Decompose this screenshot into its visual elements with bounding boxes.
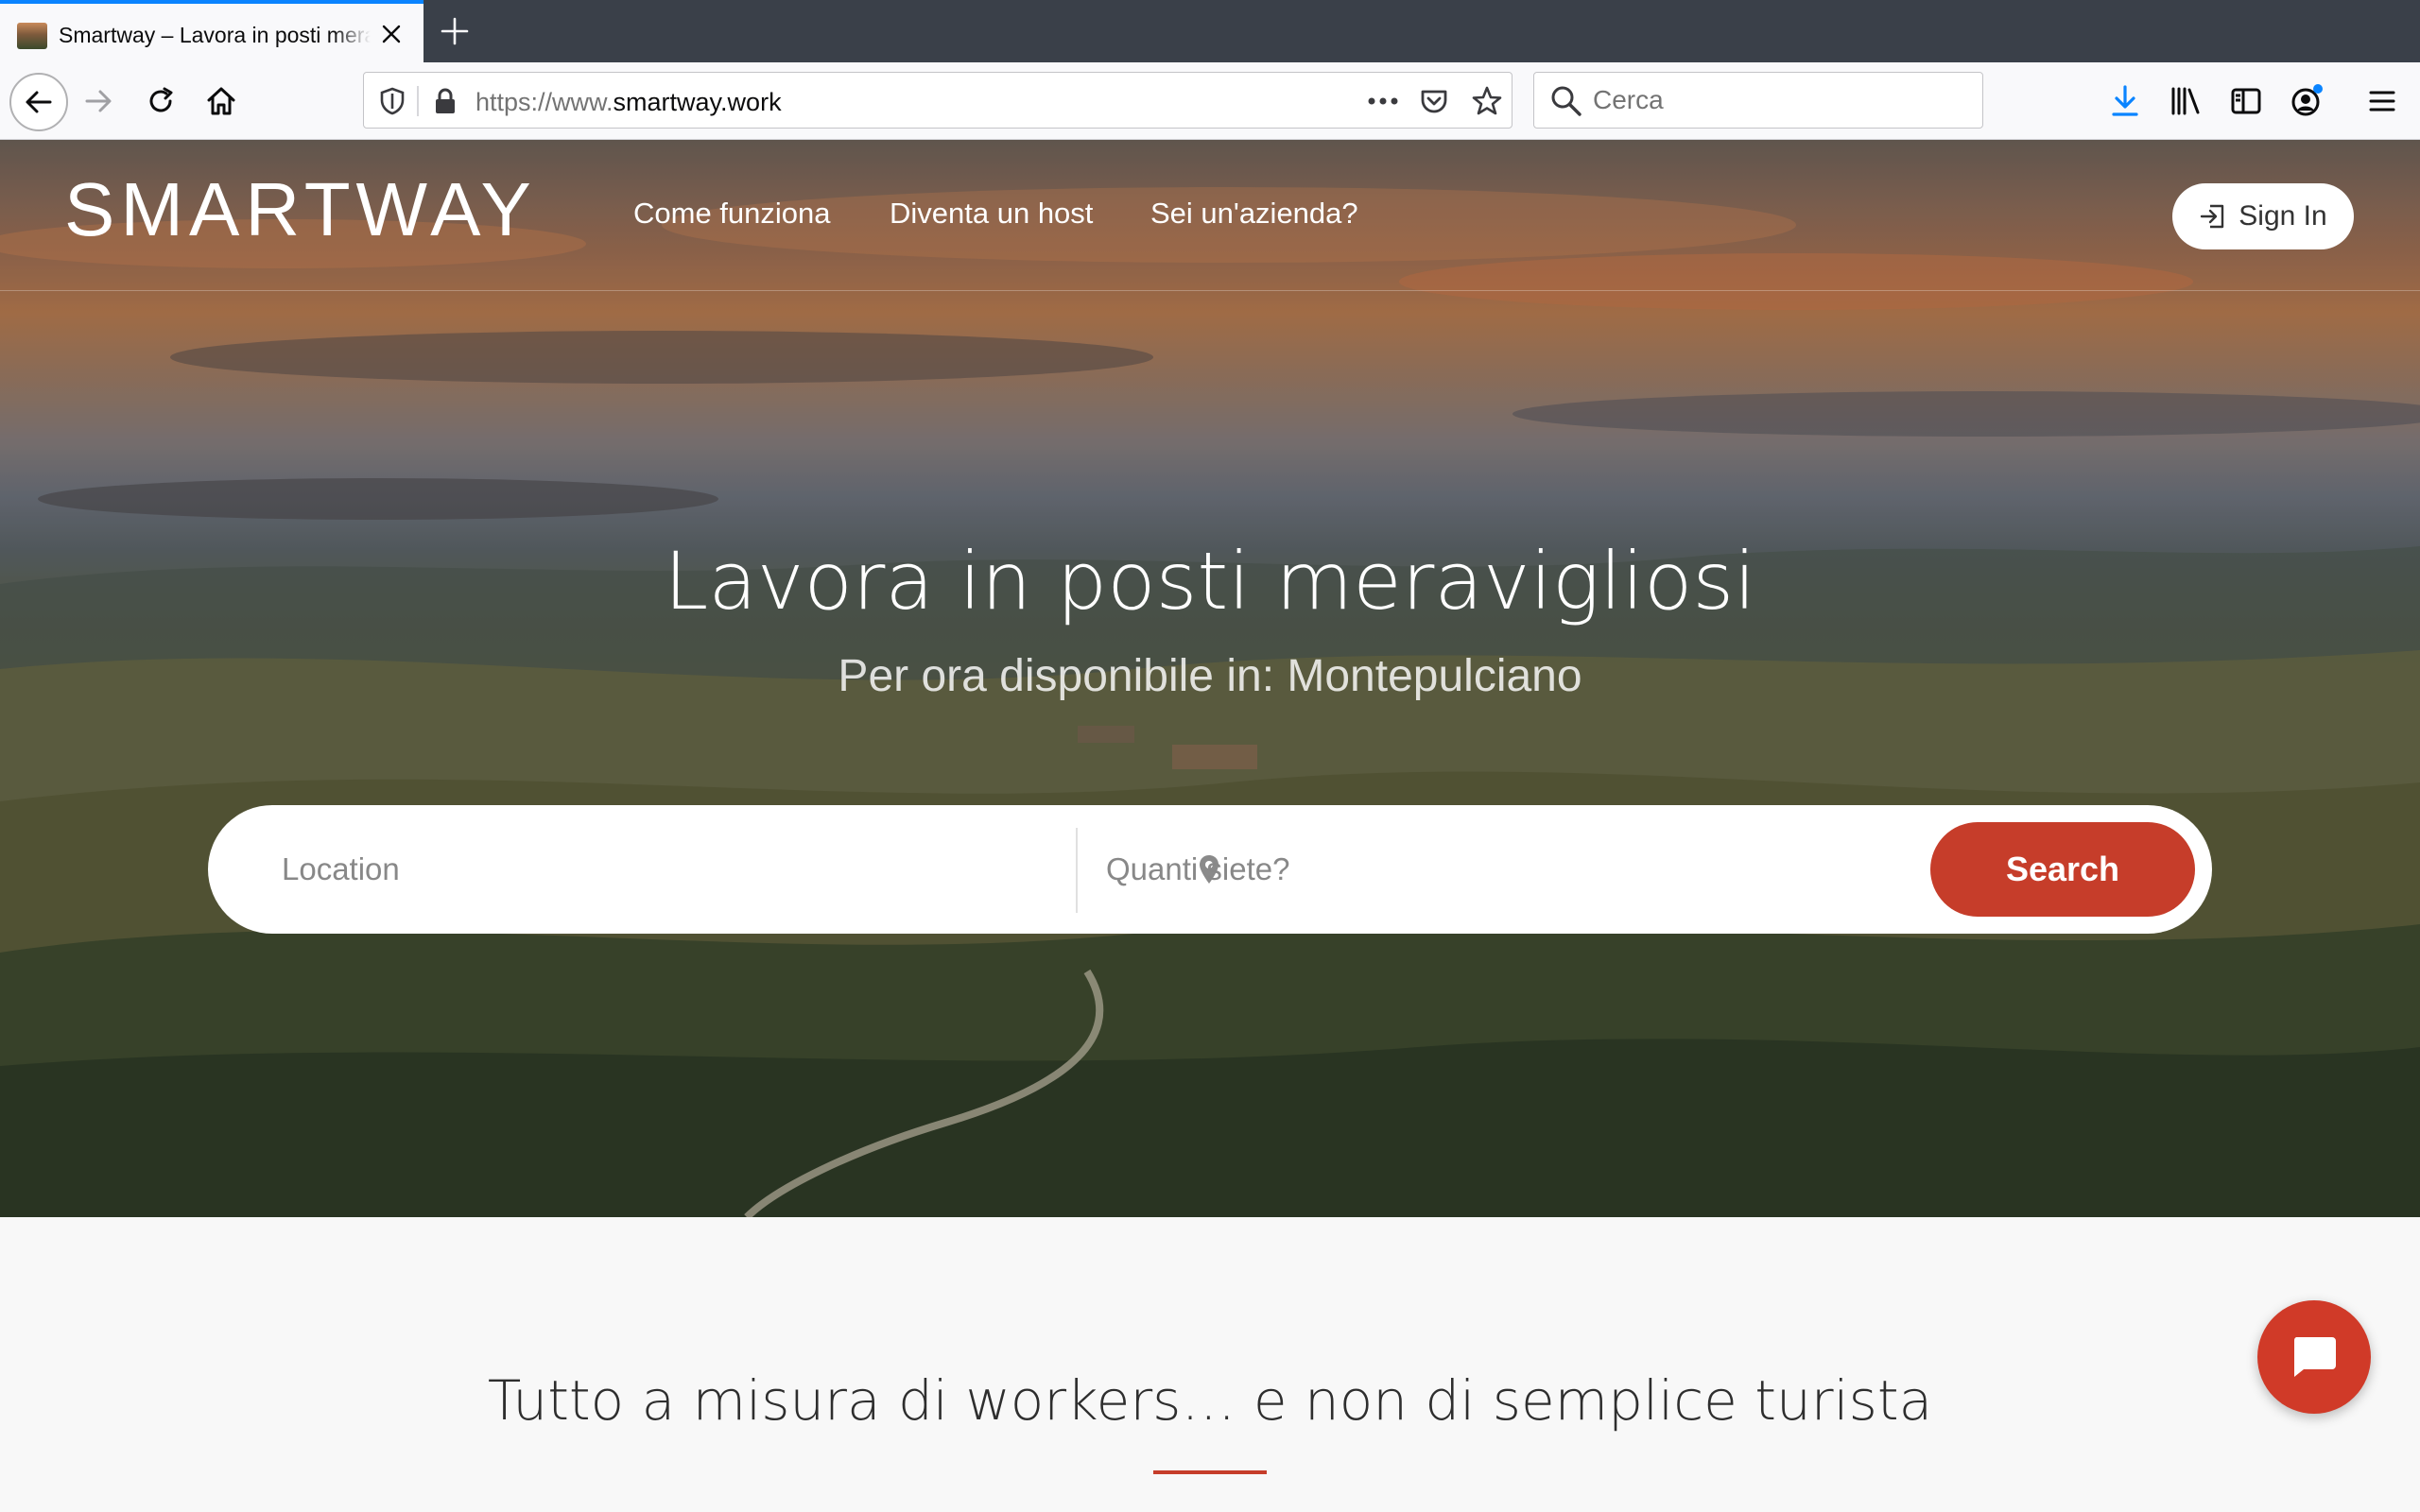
search-button[interactable]: Search <box>1930 822 2195 917</box>
tab-bar: Smartway – Lavora in posti meravigliosi <box>0 0 2420 62</box>
close-icon[interactable] <box>376 19 406 49</box>
site-logo[interactable]: SMARTWAY <box>64 172 537 248</box>
sign-in-label: Sign In <box>2238 200 2327 232</box>
hero-section: SMARTWAY Come funziona Diventa un host S… <box>0 140 2420 1217</box>
url-separator <box>417 86 419 116</box>
search-box: Search <box>208 805 2212 934</box>
favicon-icon <box>17 23 47 49</box>
home-icon <box>207 87 235 115</box>
hero-subtitle: Per ora disponibile in: Montepulciano <box>838 651 1582 701</box>
section-title: Tutto a misura di workers… e non di semp… <box>487 1368 1933 1433</box>
back-arrow-icon <box>26 91 52 113</box>
reload-icon <box>149 87 173 112</box>
url-bar[interactable]: https://www.smartway.work <box>363 72 1512 129</box>
tab-smartway[interactable]: Smartway – Lavora in posti meravigliosi <box>0 0 424 62</box>
browser-search-bar[interactable] <box>1533 72 1983 129</box>
download-icon <box>2112 85 2138 116</box>
page-actions-icon[interactable] <box>1366 84 1400 118</box>
lock-icon[interactable] <box>428 84 462 118</box>
sidebar-icon <box>2231 88 2261 114</box>
sign-in-icon <box>2201 204 2224 229</box>
library-icon <box>2171 87 2200 115</box>
forward-button[interactable] <box>74 77 123 126</box>
search-divider <box>1076 828 1078 913</box>
forward-arrow-icon <box>85 90 112 112</box>
url-text: https://www.smartway.work <box>475 88 782 116</box>
chat-button[interactable] <box>2257 1300 2371 1414</box>
tab-title: Smartway – Lavora in posti meravigliosi <box>59 23 371 47</box>
reload-button[interactable] <box>136 77 185 126</box>
nav-toolbar: https://www.smartway.work <box>0 62 2420 140</box>
home-button[interactable] <box>197 77 246 126</box>
hero-title: Lavora in posti meravigliosi <box>664 535 1756 627</box>
location-input[interactable] <box>280 841 1150 898</box>
sign-in-button[interactable]: Sign In <box>2172 183 2354 249</box>
download-button[interactable] <box>2100 77 2150 126</box>
site-header: SMARTWAY Come funziona Diventa un host S… <box>0 140 2420 291</box>
pocket-icon[interactable] <box>1417 84 1451 118</box>
new-tab-icon[interactable] <box>437 13 473 49</box>
back-button[interactable] <box>9 73 68 131</box>
section-title-underline <box>1153 1470 1267 1474</box>
library-button[interactable] <box>2161 77 2210 126</box>
menu-button[interactable] <box>2358 77 2407 126</box>
browser-search-input[interactable] <box>1591 82 1969 118</box>
nav-diventa-un-host[interactable]: Diventa un host <box>890 197 1093 231</box>
sidebar-button[interactable] <box>2221 77 2271 126</box>
menu-icon <box>2369 91 2395 112</box>
bookmark-star-icon[interactable] <box>1470 84 1504 118</box>
nav-sei-un-azienda[interactable]: Sei un'azienda? <box>1150 197 1358 231</box>
search-icon <box>1551 86 1582 116</box>
account-button[interactable] <box>2282 77 2331 126</box>
tracking-shield-icon[interactable] <box>375 84 409 118</box>
nav-come-funziona[interactable]: Come funziona <box>633 197 831 231</box>
account-icon <box>2291 84 2323 116</box>
chat-bubble-icon <box>2293 1337 2336 1377</box>
